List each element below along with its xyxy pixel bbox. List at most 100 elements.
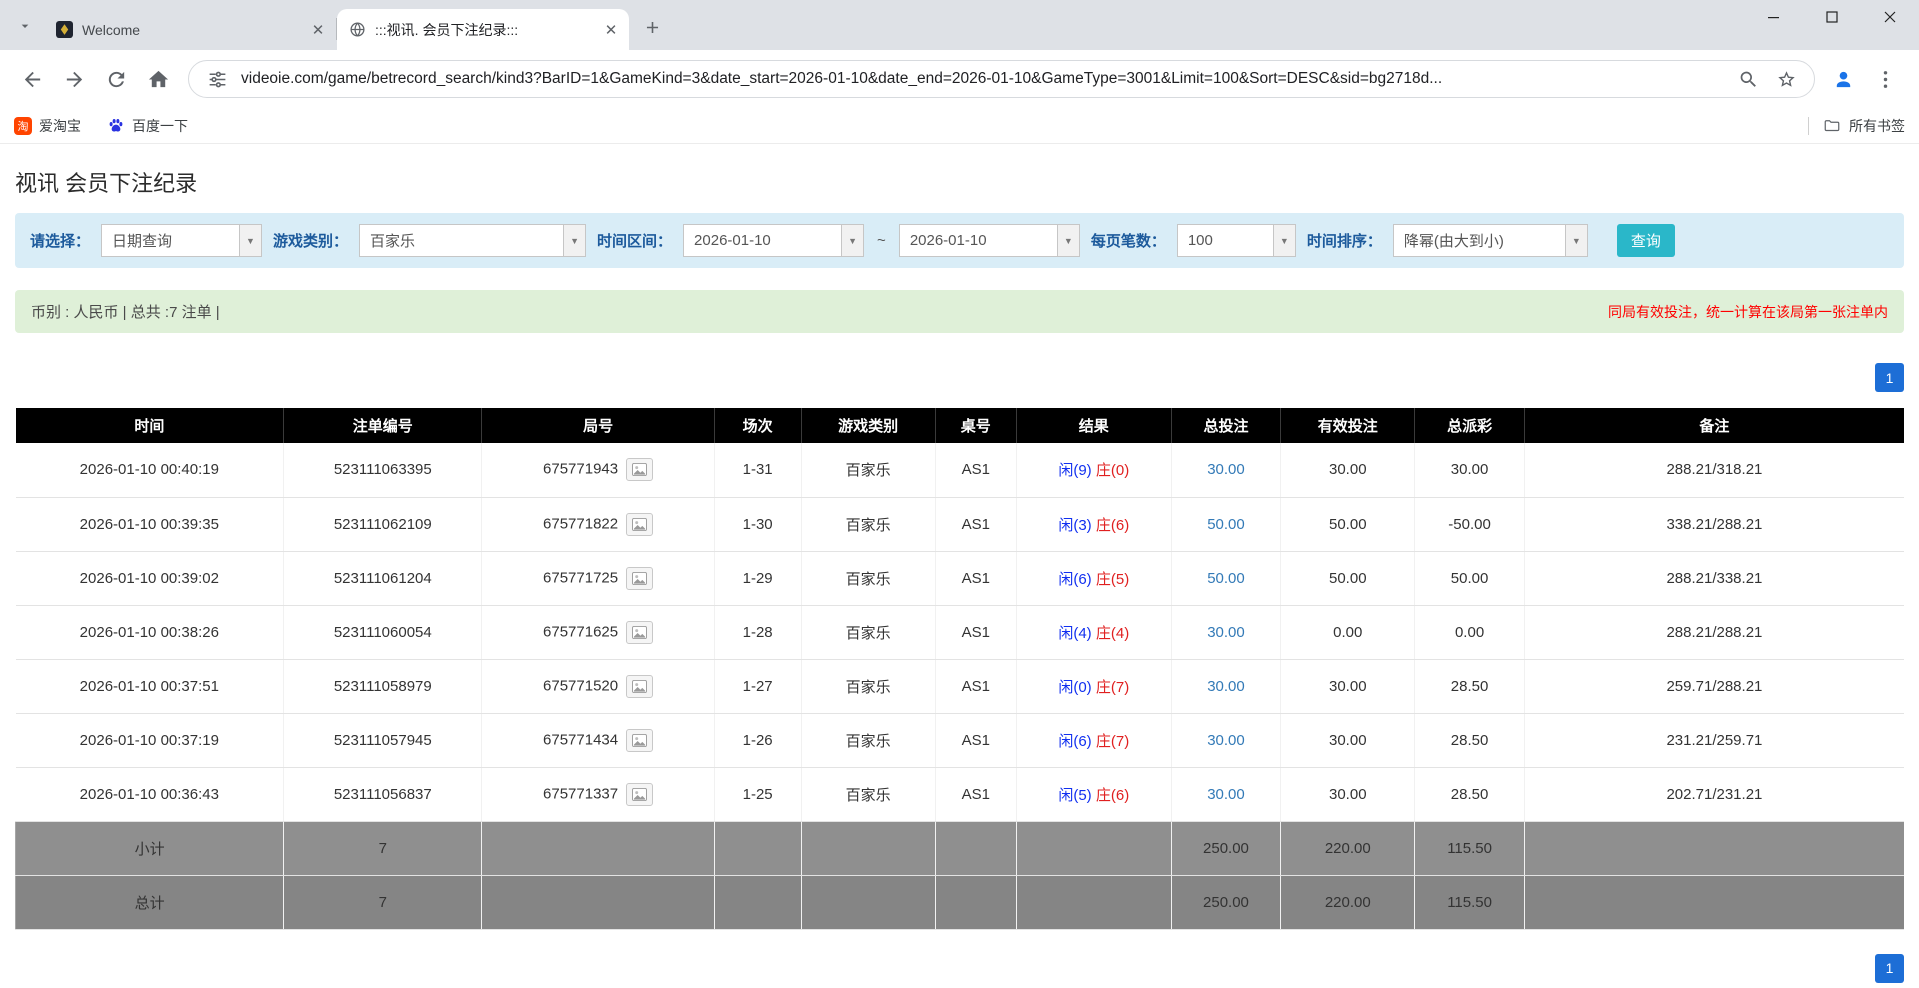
query-button[interactable]: 查询 xyxy=(1617,224,1675,257)
tab-close-icon[interactable]: ✕ xyxy=(601,20,621,40)
total-bet-link[interactable]: 30.00 xyxy=(1207,624,1245,641)
result-player: 闲(4) xyxy=(1058,625,1091,642)
total-bet-link[interactable]: 30.00 xyxy=(1207,461,1245,478)
url-text[interactable]: videoie.com/game/betrecord_search/kind3?… xyxy=(241,70,1724,88)
address-bar[interactable]: videoie.com/game/betrecord_search/kind3?… xyxy=(188,60,1815,98)
sort-dropdown[interactable]: 降幂(由大到小) ▼ xyxy=(1393,224,1588,257)
cell-result: 闲(6) 庄(5) xyxy=(1016,551,1171,605)
bookmark-baidu[interactable]: 百度一下 xyxy=(107,116,188,136)
total-bet-link[interactable]: 50.00 xyxy=(1207,516,1245,533)
refresh-icon xyxy=(105,68,128,91)
bookmark-label: 百度一下 xyxy=(132,116,188,136)
all-bookmarks-label: 所有书签 xyxy=(1849,116,1905,136)
round-video-button[interactable] xyxy=(626,513,653,536)
round-number: 675771725 xyxy=(543,569,618,586)
filter-date-range-label: 时间区间： xyxy=(597,230,672,251)
date-start-picker[interactable]: 2026-01-10 ▼ xyxy=(683,224,864,257)
tab-welcome[interactable]: Welcome ✕ xyxy=(44,9,336,50)
refresh-button[interactable] xyxy=(96,59,136,99)
new-tab-icon xyxy=(643,18,662,37)
tab-search-chevron-icon[interactable] xyxy=(10,11,40,41)
dropdown-caret-icon[interactable]: ▼ xyxy=(563,224,586,257)
total-bet-link[interactable]: 30.00 xyxy=(1207,678,1245,695)
cell-game-kind: 百家乐 xyxy=(801,605,935,659)
bookmark-taobao[interactable]: 淘 爱淘宝 xyxy=(14,116,81,136)
cell-total-bet: 50.00 xyxy=(1171,551,1281,605)
round-video-button[interactable] xyxy=(626,567,653,590)
filter-sort-label: 时间排序： xyxy=(1307,230,1382,251)
taobao-icon: 淘 xyxy=(14,117,32,135)
zoom-indicator-button[interactable] xyxy=(1734,65,1762,93)
cell-game-kind: 百家乐 xyxy=(801,443,935,497)
header-table-no: 桌号 xyxy=(935,408,1016,443)
header-note: 备注 xyxy=(1524,408,1904,443)
subtotal-empty-cell xyxy=(1016,821,1171,875)
game-kind-dropdown[interactable]: 百家乐 ▼ xyxy=(359,224,586,257)
video-replay-icon xyxy=(632,680,647,693)
sort-value: 降幂(由大到小) xyxy=(1393,224,1565,257)
round-number: 675771625 xyxy=(543,623,618,640)
round-video-button[interactable] xyxy=(626,675,653,698)
date-end-picker[interactable]: 2026-01-10 ▼ xyxy=(899,224,1080,257)
home-button[interactable] xyxy=(138,59,178,99)
select-type-dropdown[interactable]: 日期查询 ▼ xyxy=(101,224,262,257)
round-number: 675771434 xyxy=(543,731,618,748)
minimize-button[interactable] xyxy=(1745,0,1803,34)
round-video-button[interactable] xyxy=(626,783,653,806)
bookmark-star-button[interactable] xyxy=(1772,65,1800,93)
forward-button[interactable] xyxy=(54,59,94,99)
maximize-button[interactable] xyxy=(1803,0,1861,34)
close-window-button[interactable] xyxy=(1861,0,1919,34)
cell-session: 1-31 xyxy=(714,443,801,497)
cell-round: 675771337 xyxy=(482,767,714,821)
cell-result: 闲(9) 庄(0) xyxy=(1016,443,1171,497)
game-kind-value: 百家乐 xyxy=(359,224,563,257)
profile-button[interactable] xyxy=(1823,59,1863,99)
cell-valid-bet: 30.00 xyxy=(1281,659,1415,713)
cell-table-no: AS1 xyxy=(935,497,1016,551)
cell-result: 闲(5) 庄(6) xyxy=(1016,767,1171,821)
dropdown-caret-icon[interactable]: ▼ xyxy=(1565,224,1588,257)
menu-kebab-button[interactable] xyxy=(1865,59,1905,99)
bet-table-row: 2026-01-10 00:37:51523111058979675771520… xyxy=(16,659,1905,713)
per-page-dropdown[interactable]: 100 ▼ xyxy=(1177,224,1296,257)
filter-select-label: 请选择： xyxy=(30,230,90,251)
round-video-button[interactable] xyxy=(626,729,653,752)
date-end-value: 2026-01-10 xyxy=(899,224,1057,257)
header-result: 结果 xyxy=(1016,408,1171,443)
total-bet-link[interactable]: 30.00 xyxy=(1207,786,1245,803)
cell-note: 288.21/288.21 xyxy=(1524,605,1904,659)
cell-bet-id: 523111063395 xyxy=(284,443,482,497)
header-time: 时间 xyxy=(16,408,284,443)
total-bet-link[interactable]: 50.00 xyxy=(1207,570,1245,587)
round-video-button[interactable] xyxy=(626,621,653,644)
tab-betrecord[interactable]: :::视讯. 会员下注纪录::: ✕ xyxy=(337,9,629,50)
total-bet-link[interactable]: 30.00 xyxy=(1207,732,1245,749)
result-banker: 庄(6) xyxy=(1096,787,1129,804)
cell-session: 1-30 xyxy=(714,497,801,551)
cell-session: 1-27 xyxy=(714,659,801,713)
dropdown-caret-icon[interactable]: ▼ xyxy=(1273,224,1296,257)
cell-valid-bet: 30.00 xyxy=(1281,713,1415,767)
cell-valid-bet: 30.00 xyxy=(1281,767,1415,821)
site-info-button[interactable] xyxy=(203,65,231,93)
new-tab-button[interactable] xyxy=(637,12,667,42)
all-bookmarks[interactable]: 所有书签 xyxy=(1808,116,1905,136)
total-valid-bet: 220.00 xyxy=(1281,875,1415,929)
welcome-favicon-icon xyxy=(56,21,73,38)
dropdown-caret-icon[interactable]: ▼ xyxy=(239,224,262,257)
dropdown-caret-icon[interactable]: ▼ xyxy=(841,224,864,257)
dropdown-caret-icon[interactable]: ▼ xyxy=(1057,224,1080,257)
cell-payout: -50.00 xyxy=(1415,497,1525,551)
tab-close-icon[interactable]: ✕ xyxy=(308,20,328,40)
video-replay-icon xyxy=(632,626,647,639)
back-button[interactable] xyxy=(12,59,52,99)
round-number: 675771822 xyxy=(543,515,618,532)
page-1-button[interactable]: 1 xyxy=(1875,363,1904,392)
round-number: 675771943 xyxy=(543,461,618,478)
round-video-button[interactable] xyxy=(626,458,653,481)
select-type-value: 日期查询 xyxy=(101,224,239,257)
date-separator: ~ xyxy=(877,232,886,249)
page-1-button[interactable]: 1 xyxy=(1875,954,1904,983)
cell-valid-bet: 50.00 xyxy=(1281,497,1415,551)
